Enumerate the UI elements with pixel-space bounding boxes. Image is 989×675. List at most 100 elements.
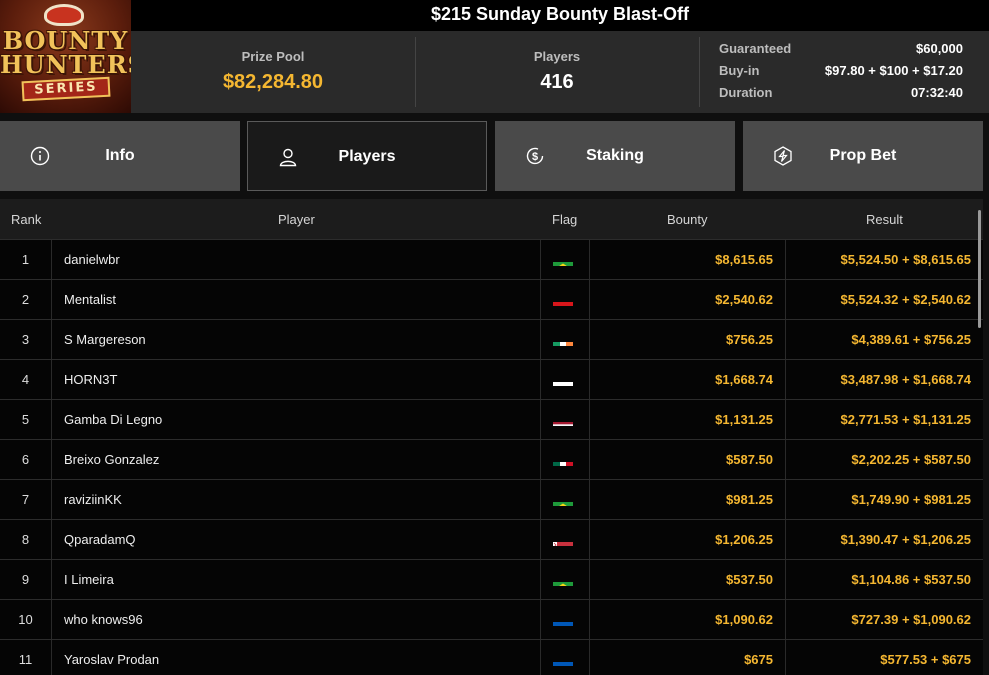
belarus-flag-icon <box>553 532 573 546</box>
rank-cell: 1 <box>21 252 30 267</box>
bounty-cell: $756.25 <box>726 332 773 347</box>
table-row[interactable]: 4 HORN3T $1,668.74 $3,487.98 + $1,668.74 <box>0 359 983 400</box>
result-cell: $577.53 + $675 <box>880 652 971 667</box>
result-cell: $2,771.53 + $1,131.25 <box>840 412 971 427</box>
column-divider <box>51 520 52 560</box>
tab-players[interactable]: Players <box>247 121 487 191</box>
table-row[interactable]: 8 QparadamQ $1,206.25 $1,390.47 + $1,206.25 <box>0 519 983 560</box>
table-row[interactable]: 7 raviziinKK $981.25 $1,749.90 + $981.25 <box>0 479 983 520</box>
player-name-cell[interactable]: S Margereson <box>64 320 146 360</box>
players-stat: Players 416 <box>415 31 699 113</box>
buyin-row: Buy-in $97.80 + $100 + $17.20 <box>719 63 963 85</box>
rank-cell: 11 <box>18 652 33 667</box>
player-name-cell[interactable]: QparadamQ <box>64 520 136 560</box>
tab-prop-bet[interactable]: Prop Bet <box>743 121 983 191</box>
logo-line-3: SERIES <box>21 76 111 102</box>
header-bounty[interactable]: Bounty <box>667 212 707 227</box>
rank-cell: 3 <box>21 332 30 347</box>
players-label: Players <box>533 49 581 64</box>
player-name-cell[interactable]: HORN3T <box>64 360 117 400</box>
flag-cell <box>540 440 589 480</box>
table-body: 1 danielwbr $8,615.65 $5,524.50 + $8,615.65… <box>0 239 983 675</box>
bounty-cell: $2,540.62 <box>715 292 773 307</box>
flag-cell <box>540 480 589 520</box>
column-divider <box>51 400 52 440</box>
table-row[interactable]: 5 Gamba Di Legno $1,131.25 $2,771.53 + $1,1… <box>0 399 983 440</box>
table-row[interactable]: 10 who knows96 $1,090.62 $727.39 + $1,090.6… <box>0 599 983 640</box>
scrollbar[interactable] <box>978 210 981 328</box>
player-name-cell[interactable]: Gamba Di Legno <box>64 400 162 440</box>
tournament-stats: Prize Pool $82,284.80 Players 416 Guaran… <box>131 31 989 113</box>
rank-cell: 4 <box>21 372 30 387</box>
logo-line-2: HUNTERS <box>0 50 131 79</box>
result-cell: $5,524.50 + $8,615.65 <box>840 252 971 267</box>
player-name-cell[interactable]: Yaroslav Prodan <box>64 640 159 675</box>
buyin-value: $97.80 + $100 + $17.20 <box>824 63 963 78</box>
header-player[interactable]: Player <box>278 212 315 227</box>
bounty-cell: $587.50 <box>726 452 773 467</box>
ukraine-flag-icon <box>553 612 573 626</box>
prize-pool-label: Prize Pool <box>241 49 305 64</box>
buyin-label: Buy-in <box>719 63 760 78</box>
flag-cell <box>540 560 589 600</box>
flag-cell <box>540 400 589 440</box>
column-divider <box>51 240 52 280</box>
poland-flag-icon <box>553 372 573 386</box>
table-row[interactable]: 9 I Limeira $537.50 $1,104.86 + $537.50 <box>0 559 983 600</box>
bounty-cell: $8,615.65 <box>715 252 773 267</box>
result-cell: $3,487.98 + $1,668.74 <box>840 372 971 387</box>
player-name-cell[interactable]: raviziinKK <box>64 480 122 520</box>
brazil-flag-icon <box>553 492 573 506</box>
table-row[interactable]: 11 Yaroslav Prodan $675 $577.53 + $675 <box>0 639 983 675</box>
flag-cell <box>540 320 589 360</box>
duration-value: 07:32:40 <box>910 85 963 100</box>
player-name-cell[interactable]: danielwbr <box>64 240 120 280</box>
bounty-cell: $981.25 <box>726 492 773 507</box>
guaranteed-value: $60,000 <box>916 41 963 56</box>
player-name-cell[interactable]: Mentalist <box>64 280 116 320</box>
column-divider <box>51 440 52 480</box>
flag-cell <box>540 520 589 560</box>
poker-chip-icon <box>44 4 84 26</box>
bounty-cell: $675 <box>744 652 773 667</box>
bounty-cell: $537.50 <box>726 572 773 587</box>
players-value: 416 <box>540 71 574 93</box>
table-row[interactable]: 6 Breixo Gonzalez $587.50 $2,202.25 + $587.… <box>0 439 983 480</box>
flag-cell <box>540 360 589 400</box>
rank-cell: 8 <box>21 532 30 547</box>
rank-cell: 7 <box>21 492 30 507</box>
flag-cell <box>540 240 589 280</box>
header-flag[interactable]: Flag <box>552 212 577 227</box>
tab-players-label: Players <box>338 148 396 165</box>
header-rank[interactable]: Rank <box>11 212 41 227</box>
rank-cell: 5 <box>21 412 30 427</box>
column-divider <box>51 320 52 360</box>
rank-cell: 6 <box>21 452 30 467</box>
tournament-details: Guaranteed $60,000 Buy-in $97.80 + $100 … <box>719 41 963 107</box>
column-divider <box>51 280 52 320</box>
flag-cell <box>540 280 589 320</box>
column-divider <box>51 480 52 520</box>
table-row[interactable]: 1 danielwbr $8,615.65 $5,524.50 + $8,615.65 <box>0 239 983 280</box>
table-header: Rank Player Flag Bounty Result <box>0 199 983 239</box>
bounty-cell: $1,206.25 <box>715 532 773 547</box>
result-cell: $1,749.90 + $981.25 <box>851 492 971 507</box>
tab-staking[interactable]: $ Staking <box>495 121 735 191</box>
header-result[interactable]: Result <box>866 212 903 227</box>
tab-staking-label: Staking <box>586 147 644 164</box>
table-row[interactable]: 3 S Margereson $756.25 $4,389.61 + $756.25 <box>0 319 983 360</box>
result-cell: $4,389.61 + $756.25 <box>851 332 971 347</box>
player-name-cell[interactable]: I Limeira <box>64 560 114 600</box>
bounty-cell: $1,131.25 <box>715 412 773 427</box>
tab-info[interactable]: Info <box>0 121 240 191</box>
table-row[interactable]: 2 Mentalist $2,540.62 $5,524.32 + $2,540.62 <box>0 279 983 320</box>
player-name-cell[interactable]: who knows96 <box>64 600 143 640</box>
result-cell: $727.39 + $1,090.62 <box>851 612 971 627</box>
rank-cell: 10 <box>18 612 33 627</box>
flag-cell <box>540 600 589 640</box>
tab-info-label: Info <box>105 147 135 164</box>
stat-divider <box>699 37 700 107</box>
player-name-cell[interactable]: Breixo Gonzalez <box>64 440 159 480</box>
column-divider <box>51 360 52 400</box>
result-cell: $2,202.25 + $587.50 <box>851 452 971 467</box>
